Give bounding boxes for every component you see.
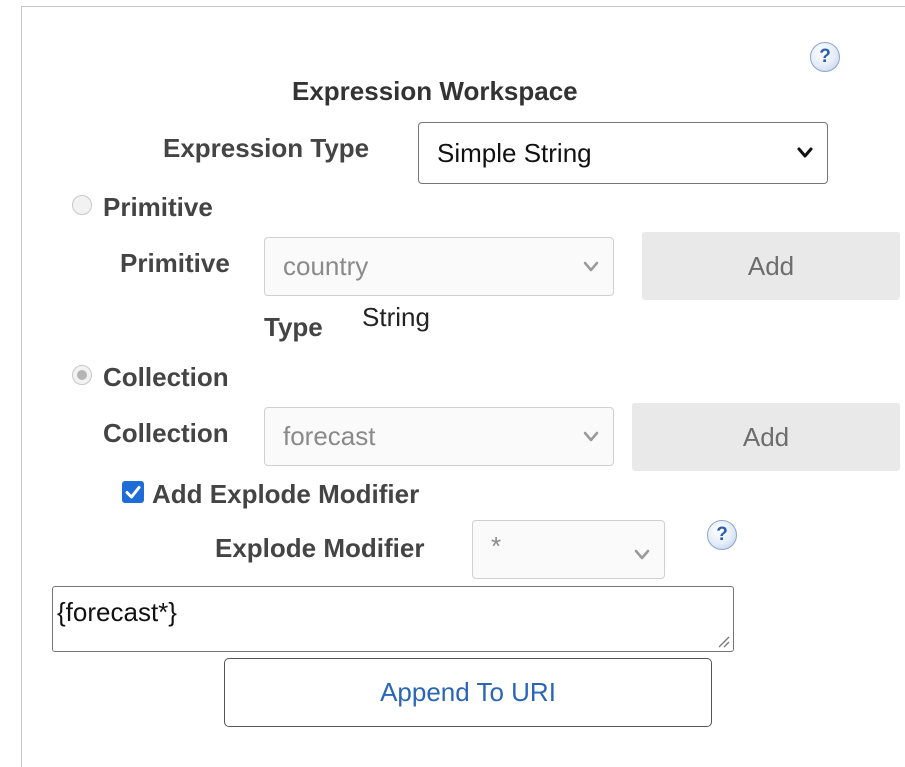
primitive-field-label: Primitive [120,248,230,278]
page-title: Expression Workspace [292,76,578,106]
expression-type-select[interactable]: Simple String [418,122,828,184]
collection-radio[interactable] [72,365,92,385]
primitive-select[interactable]: country [264,237,614,296]
append-to-uri-button[interactable]: Append To URI [224,658,712,727]
chevron-down-icon [583,261,599,271]
help-icon[interactable]: ? [810,42,840,72]
checkmark-icon [125,486,141,499]
resize-handle-icon[interactable] [716,634,730,648]
primitive-radio-label: Primitive [103,192,213,222]
type-value: String [362,302,430,332]
expression-type-value: Simple String [437,138,592,168]
add-collection-button[interactable]: Add [632,403,900,471]
explode-help-icon[interactable]: ? [707,520,737,550]
collection-field-label: Collection [103,418,229,448]
expression-textarea[interactable]: {forecast*} [52,586,734,652]
explode-checkbox[interactable] [122,481,144,503]
primitive-radio[interactable] [72,195,92,215]
collection-radio-label: Collection [103,362,229,392]
chevron-down-icon [634,549,650,560]
type-label: Type [264,312,323,342]
primitive-value: country [283,251,369,281]
explode-checkbox-label: Add Explode Modifier [152,479,420,509]
chevron-down-icon [583,431,599,441]
add-primitive-button[interactable]: Add [642,232,900,300]
expression-text: {forecast*} [57,597,177,627]
chevron-down-icon [797,147,813,158]
explode-modifier-label: Explode Modifier [215,533,425,563]
collection-value: forecast [283,421,376,451]
explode-modifier-select[interactable]: * [472,520,665,579]
collection-select[interactable]: forecast [264,407,614,466]
explode-modifier-value: * [491,531,502,561]
expression-type-label: Expression Type [163,133,370,163]
